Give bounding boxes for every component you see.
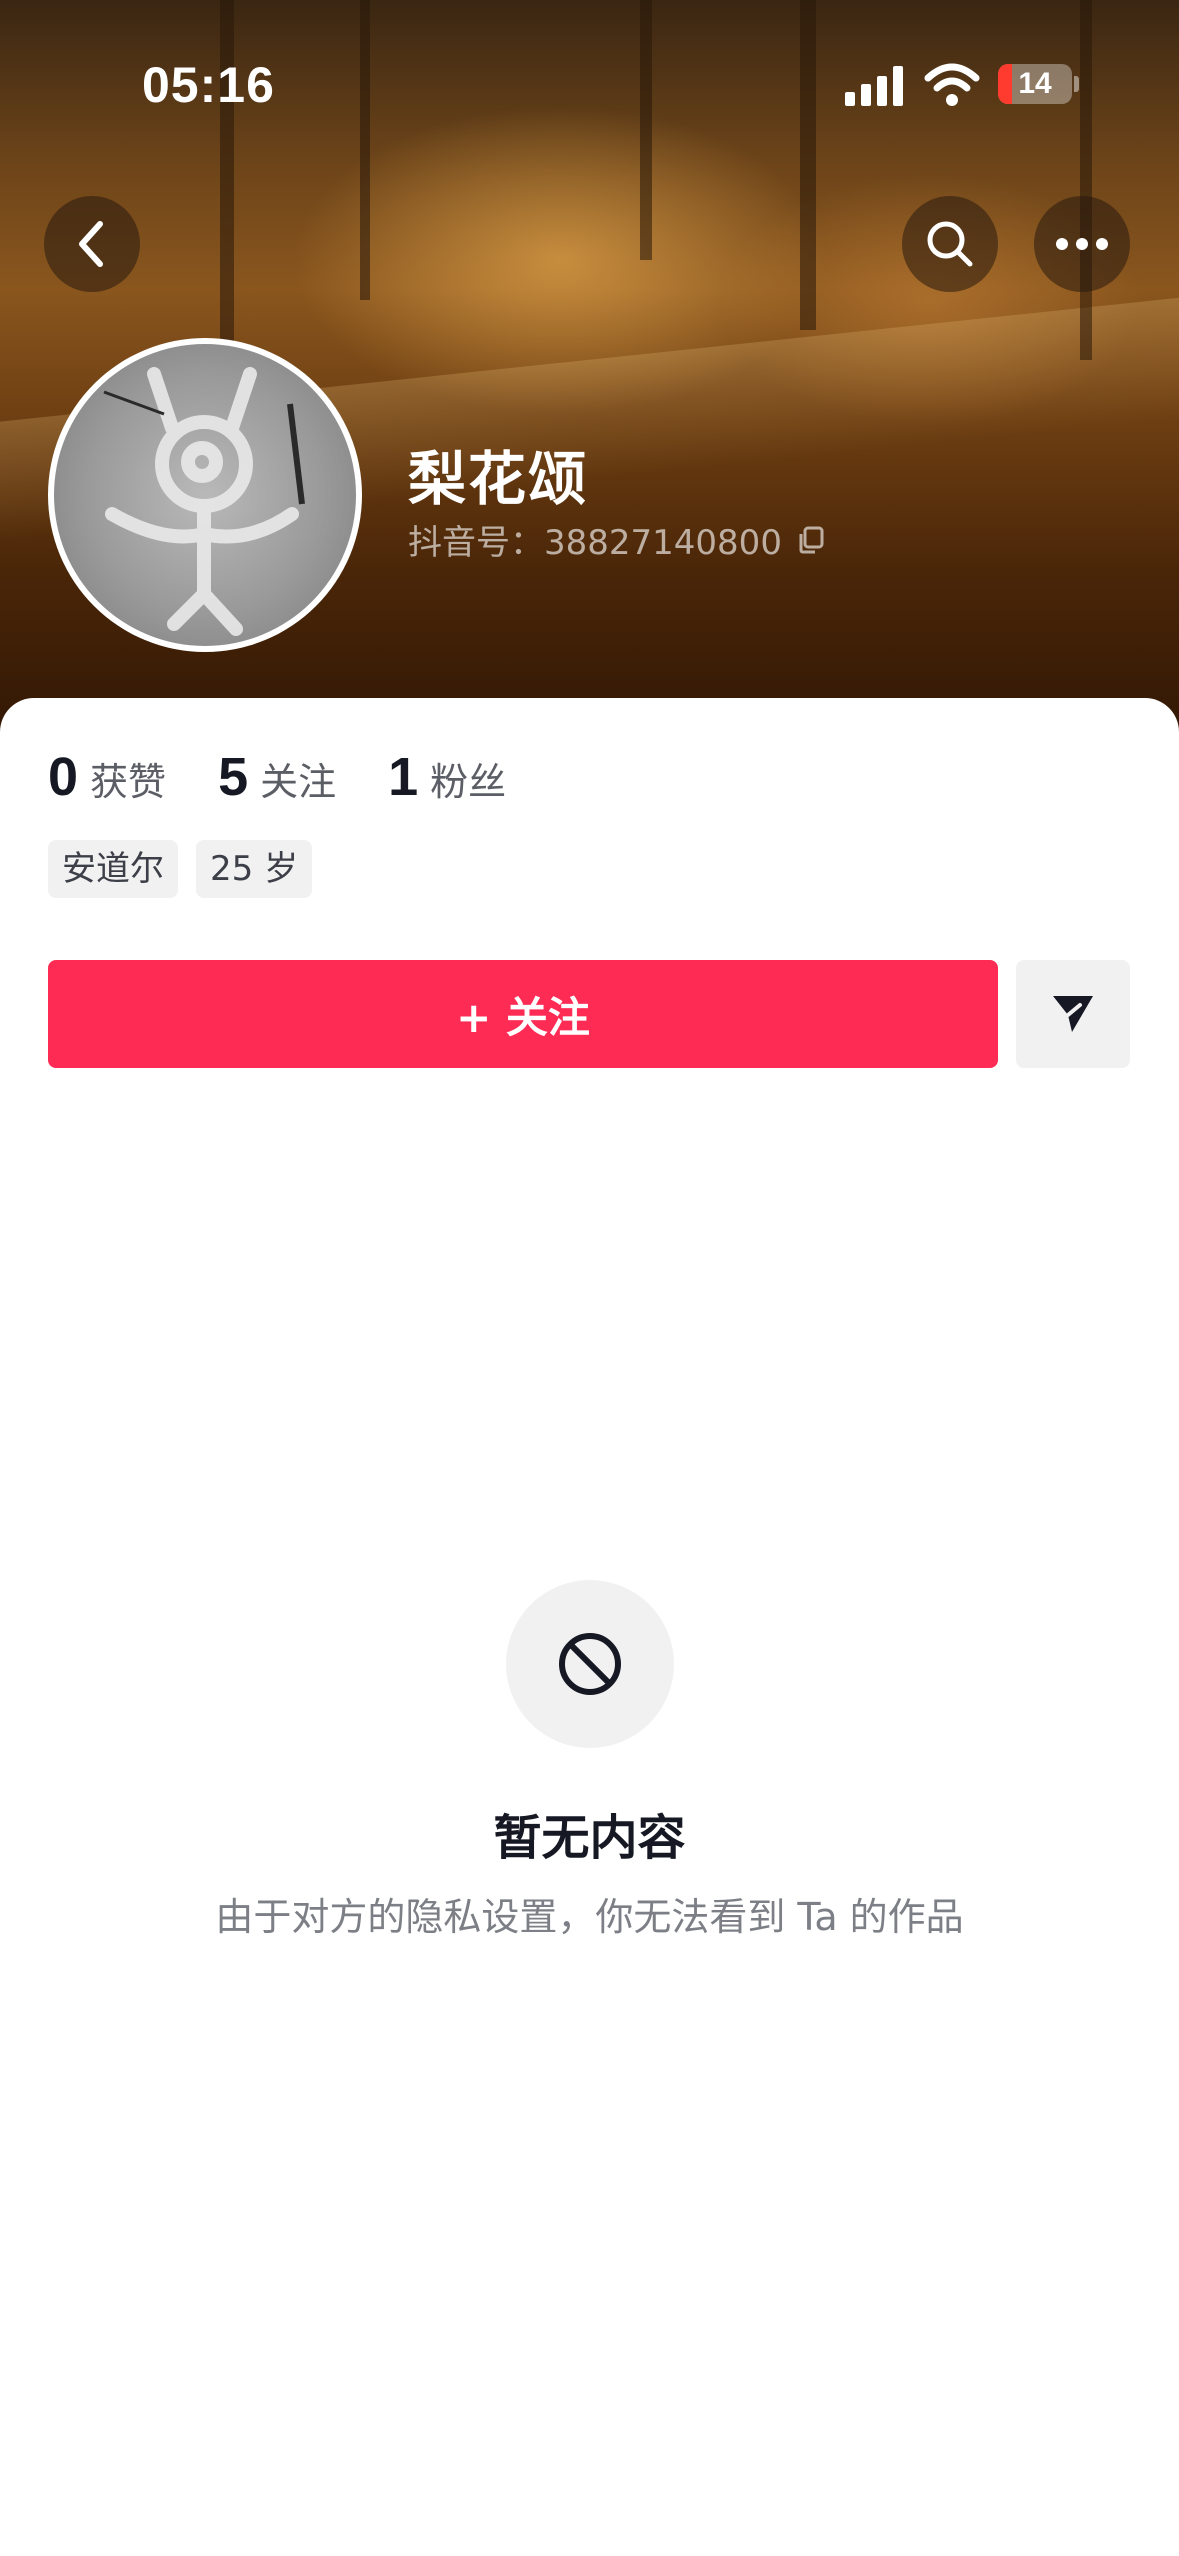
profile-stats: 0 获赞 5 关注 1 粉丝 — [48, 746, 558, 808]
search-button[interactable] — [902, 196, 998, 292]
profile-name: 梨花颂 — [408, 445, 589, 513]
douyin-id-text: 抖音号：38827140800 — [408, 523, 782, 563]
stat-label: 粉丝 — [430, 760, 507, 804]
no-entry-icon — [559, 1633, 621, 1695]
empty-state-title: 暂无内容 — [493, 1810, 686, 1866]
chevron-left-icon — [79, 221, 103, 267]
cover-tree — [360, 0, 370, 300]
battery-tip — [1074, 76, 1079, 92]
stat-value: 5 — [218, 747, 249, 807]
empty-state-icon-container — [506, 1580, 674, 1748]
stat-followers[interactable]: 1 粉丝 — [388, 746, 506, 808]
stat-label: 获赞 — [90, 760, 167, 804]
stat-value: 0 — [48, 747, 79, 807]
send-icon — [1053, 996, 1093, 1032]
snow-drawing-image — [103, 367, 305, 636]
avatar[interactable] — [48, 338, 362, 652]
profile-tags: 安道尔 25 岁 — [48, 840, 313, 898]
avatar-image — [54, 344, 356, 646]
tag-age: 25 岁 — [196, 840, 313, 898]
stat-label: 关注 — [260, 760, 337, 804]
stat-likes[interactable]: 0 获赞 — [48, 746, 166, 808]
message-button[interactable] — [1016, 960, 1130, 1068]
stat-value: 1 — [388, 747, 419, 807]
status-time: 05:16 — [142, 57, 275, 113]
more-dots-icon — [1056, 238, 1108, 250]
cellular-signal-icon — [845, 66, 907, 106]
stat-following[interactable]: 5 关注 — [218, 746, 336, 808]
tag-location: 安道尔 — [48, 840, 178, 898]
cover-tree — [1080, 0, 1092, 360]
follow-button[interactable]: + 关注 — [48, 960, 998, 1068]
wifi-icon — [924, 63, 980, 106]
douyin-id[interactable]: 抖音号：38827140800 — [408, 515, 826, 564]
more-button[interactable] — [1034, 196, 1130, 292]
copy-icon[interactable] — [796, 525, 826, 555]
search-icon — [927, 221, 973, 267]
cover-tree — [640, 0, 652, 260]
battery-indicator: 14 — [998, 64, 1072, 104]
empty-state-description: 由于对方的隐私设置，你无法看到 Ta 的作品 — [215, 1895, 964, 1939]
cover-tree — [800, 0, 816, 330]
back-button[interactable] — [44, 196, 140, 292]
